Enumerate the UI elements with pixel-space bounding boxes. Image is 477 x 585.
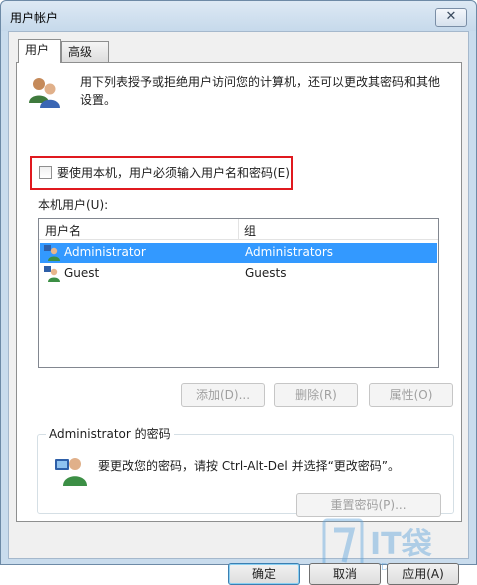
users-icon [29, 78, 60, 108]
local-users-label: 本机用户(U): [38, 198, 109, 212]
password-instruction: 要更改您的密码，请按 Ctrl-Alt-Del 并选择“更改密码”。 [98, 459, 401, 473]
tab-users[interactable]: 用户 [18, 39, 61, 63]
column-username[interactable]: 用户名 [45, 222, 81, 239]
users-tab-panel: 用下列表授予或拒绝用户访问您的计算机，还可以更改其密码和其他设置。 要使用本机，… [16, 62, 462, 522]
row-group: Administrators [245, 245, 334, 259]
table-row[interactable]: Guest Guests [40, 264, 437, 284]
password-group-title: Administrator 的密码 [46, 425, 174, 442]
cancel-button[interactable]: 取消 [309, 563, 381, 585]
row-username: Guest [64, 266, 100, 280]
delete-user-button[interactable]: 删除(R) [274, 383, 358, 407]
require-password-label[interactable]: 要使用本机，用户必须输入用户名和密码(E) [57, 164, 290, 181]
row-username: Administrator [64, 245, 146, 259]
dialog-client-area: 用户 高级 用下列表授予或拒绝用户访问您的计算机，还可以更改其密码和其他设置。 … [8, 31, 469, 585]
users-list[interactable]: 用户名 组 Administrator Administrators Guest… [38, 218, 439, 368]
user-icon [44, 245, 60, 261]
column-divider[interactable] [238, 219, 239, 240]
svg-text:IT袋: IT袋 [370, 527, 432, 562]
user-password-icon [55, 458, 87, 486]
user-accounts-window: 用户帐户 ✕ 用户 高级 用下列表授予或拒绝用户访问您的计算机，还可以更改其密码… [0, 0, 477, 585]
window-title: 用户帐户 [10, 11, 59, 25]
title-bar[interactable]: 用户帐户 ✕ [1, 1, 476, 31]
apply-button[interactable]: 应用(A) [387, 563, 459, 585]
row-group: Guests [245, 266, 287, 280]
user-icon [44, 266, 60, 282]
add-user-button[interactable]: 添加(D)... [181, 383, 265, 407]
table-row[interactable]: Administrator Administrators [40, 243, 437, 263]
reset-password-button[interactable]: 重置密码(P)... [296, 493, 441, 517]
column-group[interactable]: 组 [244, 222, 256, 239]
list-header: 用户名 组 [39, 219, 438, 240]
tab-advanced[interactable]: 高级 [61, 41, 109, 63]
require-password-checkbox[interactable] [39, 166, 52, 179]
ok-button[interactable]: 确定 [228, 563, 300, 585]
properties-button[interactable]: 属性(O) [369, 383, 453, 407]
close-button[interactable]: ✕ [435, 8, 467, 27]
intro-text: 用下列表授予或拒绝用户访问您的计算机，还可以更改其密码和其他设置。 [80, 75, 441, 107]
